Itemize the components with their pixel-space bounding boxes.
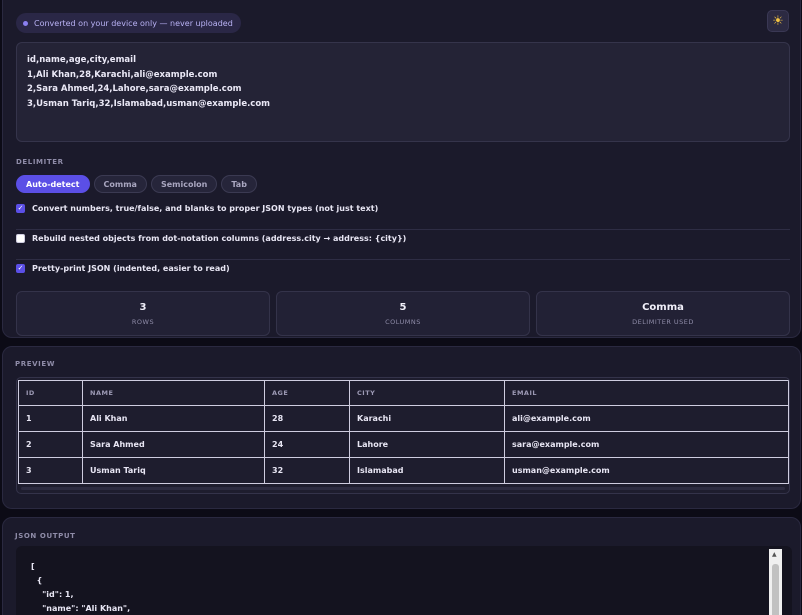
stats-row: 3 ROWS 5 COLUMNS Comma DELIMITER USED <box>16 291 790 336</box>
cell-city: Lahore <box>349 431 505 458</box>
column-header-id: ID <box>18 380 83 406</box>
stat-rows: 3 ROWS <box>16 291 270 336</box>
stat-delimiter-value: Comma <box>642 301 684 313</box>
cell-name: Sara Ahmed <box>82 431 265 458</box>
output-panel: JSON OUTPUT [ { "id": 1, "name": "Ali Kh… <box>2 517 801 615</box>
scroll-thumb[interactable] <box>772 564 779 615</box>
checkbox-checked-icon[interactable]: ✓ <box>16 204 25 213</box>
preview-label: PREVIEW <box>15 360 56 368</box>
option-convert-types[interactable]: ✓ Convert numbers, true/false, and blank… <box>16 204 790 213</box>
column-header-city: CITY <box>349 380 505 406</box>
csv-input[interactable]: id,name,age,city,email 1,Ali Khan,28,Kar… <box>16 42 790 142</box>
preview-table: ID NAME AGE CITY EMAIL 1 Ali Khan 28 Kar… <box>18 380 789 484</box>
scroll-up-arrow-icon[interactable]: ▲ <box>772 551 777 558</box>
cell-city: Karachi <box>349 405 505 432</box>
column-header-age: AGE <box>264 380 350 406</box>
delimiter-label: DELIMITER <box>16 158 64 166</box>
cell-id: 3 <box>18 457 83 484</box>
cell-city: Islamabad <box>349 457 505 484</box>
option-pretty-print-label: Pretty-print JSON (indented, easier to r… <box>32 264 230 273</box>
option-convert-types-label: Convert numbers, true/false, and blanks … <box>32 204 379 213</box>
checkbox-unchecked-icon[interactable] <box>16 234 25 243</box>
cell-id: 2 <box>18 431 83 458</box>
stat-delimiter: Comma DELIMITER USED <box>536 291 790 336</box>
preview-table-container[interactable]: ID NAME AGE CITY EMAIL 1 Ali Khan 28 Kar… <box>16 377 790 494</box>
delimiter-semicolon-button[interactable]: Semicolon <box>150 175 218 193</box>
json-output-code: [ { "id": 1, "name": "Ali Khan", <box>31 562 131 613</box>
column-header-name: NAME <box>82 380 265 406</box>
json-output-label: JSON OUTPUT <box>15 532 76 540</box>
column-header-email: EMAIL <box>504 380 789 406</box>
cell-id: 1 <box>18 405 83 432</box>
option-nested-objects[interactable]: Rebuild nested objects from dot-notation… <box>16 234 790 243</box>
sun-icon: ☀ <box>772 13 784 29</box>
stat-columns-label: COLUMNS <box>385 317 421 326</box>
cell-name: Usman Tariq <box>82 457 265 484</box>
stat-rows-value: 3 <box>139 301 147 313</box>
cell-email: ali@example.com <box>504 405 789 432</box>
stat-columns: 5 COLUMNS <box>276 291 530 336</box>
status-dot-icon <box>23 20 28 26</box>
cell-name: Ali Khan <box>82 405 265 432</box>
stat-rows-label: ROWS <box>131 317 155 326</box>
vertical-scrollbar[interactable]: ▲ <box>769 549 782 615</box>
json-output[interactable]: [ { "id": 1, "name": "Ali Khan", ▲ <box>16 546 792 615</box>
table-row: 3 Usman Tariq 32 Islamabad usman@example… <box>18 457 789 484</box>
table-row: 1 Ali Khan 28 Karachi ali@example.com <box>18 405 789 432</box>
cell-email: usman@example.com <box>504 457 789 484</box>
option-nested-objects-label: Rebuild nested objects from dot-notation… <box>32 234 407 243</box>
theme-toggle-button[interactable]: ☀ <box>767 10 789 32</box>
delimiter-tab-button[interactable]: Tab <box>221 175 257 193</box>
divider <box>16 229 790 230</box>
privacy-note: Converted on your device only — never up… <box>34 18 233 28</box>
delimiter-options: Auto-detect Comma Semicolon Tab <box>16 175 257 193</box>
stat-columns-value: 5 <box>399 301 407 313</box>
cell-age: 32 <box>264 457 350 484</box>
cell-email: sara@example.com <box>504 431 789 458</box>
table-header-row: ID NAME AGE CITY EMAIL <box>18 380 789 406</box>
cell-age: 28 <box>264 405 350 432</box>
table-row: 2 Sara Ahmed 24 Lahore sara@example.com <box>18 431 789 458</box>
horizontal-scrollbar[interactable] <box>21 487 785 490</box>
option-pretty-print[interactable]: ✓ Pretty-print JSON (indented, easier to… <box>16 264 790 273</box>
divider <box>16 259 790 260</box>
delimiter-auto-detect-button[interactable]: Auto-detect <box>16 175 90 193</box>
input-panel: Converted on your device only — never up… <box>2 0 801 338</box>
preview-panel: PREVIEW ID NAME AGE CITY EMAIL 1 Ali Kha… <box>2 346 801 509</box>
stat-delimiter-label: DELIMITER USED <box>632 317 694 326</box>
delimiter-comma-button[interactable]: Comma <box>93 175 147 193</box>
cell-age: 24 <box>264 431 350 458</box>
checkbox-checked-icon[interactable]: ✓ <box>16 264 25 273</box>
privacy-badge: Converted on your device only — never up… <box>16 13 241 33</box>
